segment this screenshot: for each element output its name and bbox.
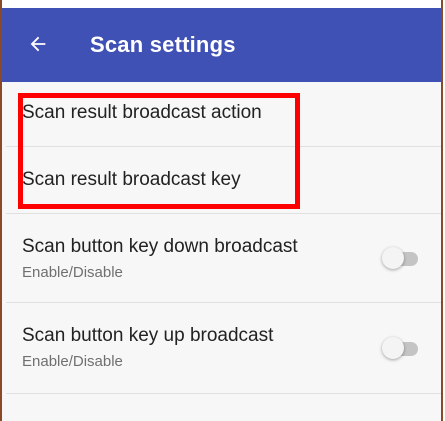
switch-thumb — [382, 247, 404, 269]
pref-scan-result-broadcast-key[interactable]: Scan result broadcast key — [2, 147, 441, 211]
app-bar: Scan settings — [2, 8, 441, 82]
pref-title: Scan result broadcast key — [22, 169, 241, 190]
pref-scan-button-key-down-broadcast[interactable]: Scan button key down broadcast Enable/Di… — [2, 214, 441, 302]
pref-scan-button-key-up-broadcast[interactable]: Scan button key up broadcast Enable/Disa… — [2, 303, 441, 393]
preference-list: Scan result broadcast action Scan result… — [2, 82, 441, 421]
pref-summary: Enable/Disable — [22, 264, 123, 281]
back-button[interactable] — [24, 32, 52, 60]
pref-title: Scan result broadcast action — [22, 102, 262, 123]
pref-title: Scan button key down broadcast — [22, 236, 298, 257]
settings-screen: Scan settings Scan result broadcast acti… — [0, 0, 443, 421]
pref-summary: Enable/Disable — [22, 353, 123, 370]
pref-title: Scan button key up broadcast — [22, 325, 274, 346]
arrow-back-icon — [27, 33, 49, 60]
switch-thumb — [382, 337, 404, 359]
key-down-broadcast-switch[interactable] — [382, 246, 422, 270]
divider — [6, 393, 441, 394]
page-title: Scan settings — [90, 32, 236, 57]
pref-scan-result-broadcast-action[interactable]: Scan result broadcast action — [2, 82, 441, 146]
key-up-broadcast-switch[interactable] — [382, 336, 422, 360]
